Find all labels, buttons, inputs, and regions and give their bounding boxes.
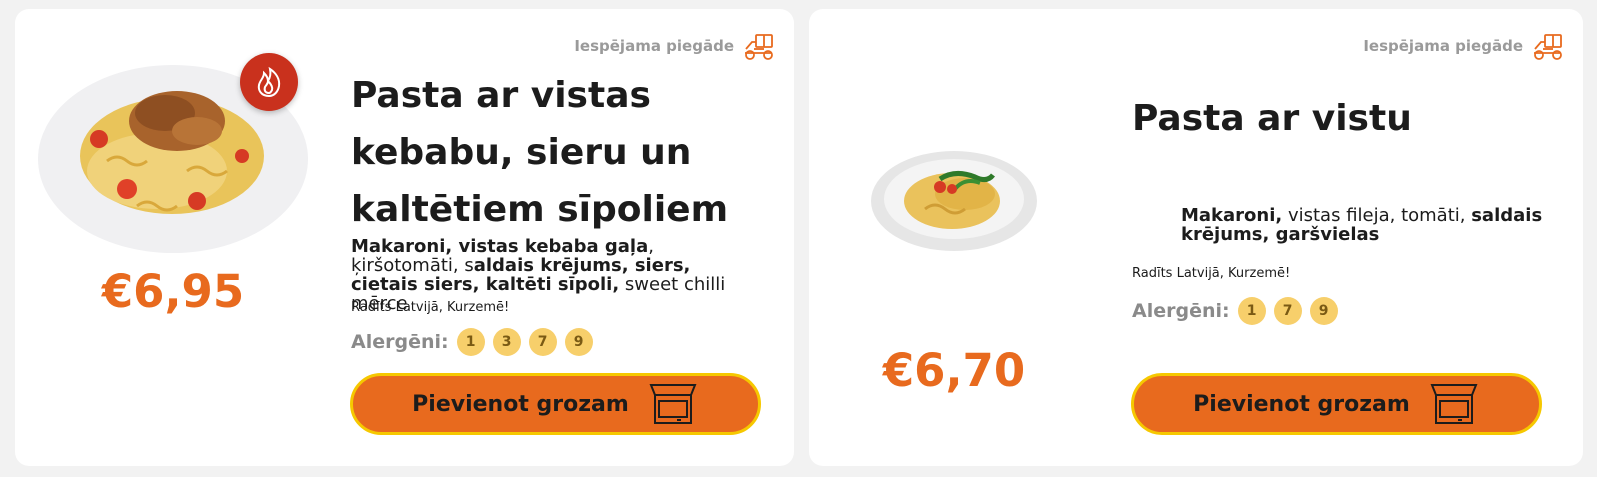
delivery-available: Iespējama piegāde bbox=[1363, 31, 1565, 61]
made-in-label: Radīts Latvijā, Kurzemē! bbox=[351, 300, 510, 315]
add-to-cart-label: Pievienot grozam bbox=[412, 391, 629, 417]
delivery-scooter-icon bbox=[742, 31, 776, 61]
delivery-available: Iespējama piegāde bbox=[574, 31, 776, 61]
shopping-box-icon bbox=[1428, 381, 1480, 427]
delivery-label: Iespējama piegāde bbox=[574, 37, 734, 55]
ingredients-bold: Makaroni, bbox=[1181, 205, 1283, 226]
product-title: Pasta ar vistas kebabu, sieru un kaltēti… bbox=[351, 67, 728, 238]
product-card: Iespējama piegāde €6,70 Pasta ar vistu M… bbox=[809, 9, 1583, 466]
delivery-scooter-icon bbox=[1531, 31, 1565, 61]
add-to-cart-button[interactable]: Pievienot grozam bbox=[1131, 373, 1542, 435]
product-card: Iespējama piegāde €6,95 Pasta ar vistas … bbox=[15, 9, 794, 466]
fire-icon bbox=[240, 53, 298, 111]
allergens-label: Alergēni: bbox=[1132, 300, 1230, 322]
product-description: Makaroni, vistas fileja, tomāti, saldais… bbox=[1181, 206, 1551, 244]
allergen-badge[interactable]: 3 bbox=[492, 328, 521, 356]
ingredients-bold: Makaroni, vistas kebaba gaļa bbox=[351, 236, 649, 257]
allergen-badge[interactable]: 1 bbox=[456, 328, 485, 356]
allergens: Alergēni: 1 7 9 bbox=[1132, 297, 1338, 325]
title-line: kebabu, sieru un bbox=[351, 132, 692, 173]
add-to-cart-label: Pievienot grozam bbox=[1193, 391, 1410, 417]
title-line: Pasta ar vistas bbox=[351, 75, 651, 116]
shopping-box-icon bbox=[647, 381, 699, 427]
product-title: Pasta ar vistu bbox=[1132, 99, 1412, 139]
allergen-badge[interactable]: 9 bbox=[564, 328, 593, 356]
allergen-badge[interactable]: 7 bbox=[1273, 297, 1302, 325]
product-price: €6,70 bbox=[882, 344, 1026, 397]
ingredients-regular: vistas fileja, tomāti, bbox=[1282, 205, 1472, 226]
allergen-badge[interactable]: 7 bbox=[528, 328, 557, 356]
allergen-badge[interactable]: 1 bbox=[1237, 297, 1266, 325]
made-in-label: Radīts Latvijā, Kurzemē! bbox=[1132, 266, 1291, 281]
title-line: kaltētiem sīpoliem bbox=[351, 189, 729, 230]
product-image[interactable] bbox=[870, 149, 1038, 253]
delivery-label: Iespējama piegāde bbox=[1363, 37, 1523, 55]
product-price: €6,95 bbox=[101, 265, 245, 318]
title-line: Pasta ar vistu bbox=[1132, 98, 1412, 139]
allergens-label: Alergēni: bbox=[351, 331, 449, 353]
allergens: Alergēni: 1 3 7 9 bbox=[351, 328, 593, 356]
allergen-badge[interactable]: 9 bbox=[1309, 297, 1338, 325]
add-to-cart-button[interactable]: Pievienot grozam bbox=[350, 373, 761, 435]
